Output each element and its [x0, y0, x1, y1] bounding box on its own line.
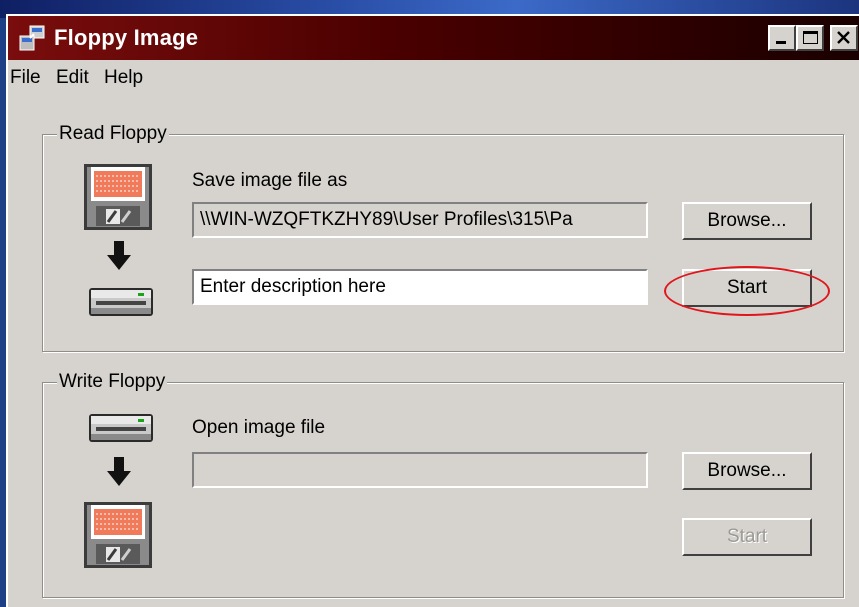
read-start-button[interactable]: Start — [682, 269, 812, 307]
description-input[interactable] — [192, 269, 648, 305]
save-image-label: Save image file as — [192, 170, 348, 191]
write-floppy-legend: Write Floppy — [57, 370, 168, 394]
app-floppy-icon — [19, 25, 45, 51]
minimize-icon — [776, 41, 786, 44]
save-path-field[interactable] — [192, 202, 648, 238]
minimize-button[interactable] — [768, 25, 796, 51]
menu-edit[interactable]: Edit — [56, 66, 89, 90]
floppy-drive-icon — [89, 414, 153, 442]
open-image-label: Open image file — [192, 417, 326, 438]
menu-bar: File Edit Help — [8, 60, 859, 94]
read-floppy-legend: Read Floppy — [57, 122, 169, 146]
floppy-disk-icon — [84, 164, 152, 230]
write-start-button[interactable]: Start — [682, 518, 812, 556]
maximize-icon — [803, 31, 818, 44]
window-title: Floppy Image — [54, 25, 199, 50]
menu-file[interactable]: File — [10, 66, 41, 90]
close-icon — [837, 31, 850, 44]
title-bar[interactable]: Floppy Image — [8, 16, 859, 60]
read-floppy-group: Read Floppy — [42, 122, 844, 352]
maximize-button[interactable] — [796, 25, 824, 51]
floppy-drive-icon — [89, 288, 153, 316]
arrow-down-icon — [107, 457, 131, 486]
open-path-field[interactable] — [192, 452, 648, 488]
arrow-down-icon — [107, 241, 131, 270]
floppy-image-window: Floppy Image File Edit Help Read Floppy — [6, 14, 859, 607]
read-browse-button[interactable]: Browse... — [682, 202, 812, 240]
close-button[interactable] — [830, 25, 858, 51]
write-browse-button[interactable]: Browse... — [682, 452, 812, 490]
menu-help[interactable]: Help — [104, 66, 143, 90]
floppy-disk-icon — [84, 502, 152, 568]
write-floppy-group: Write Floppy — [42, 370, 844, 598]
